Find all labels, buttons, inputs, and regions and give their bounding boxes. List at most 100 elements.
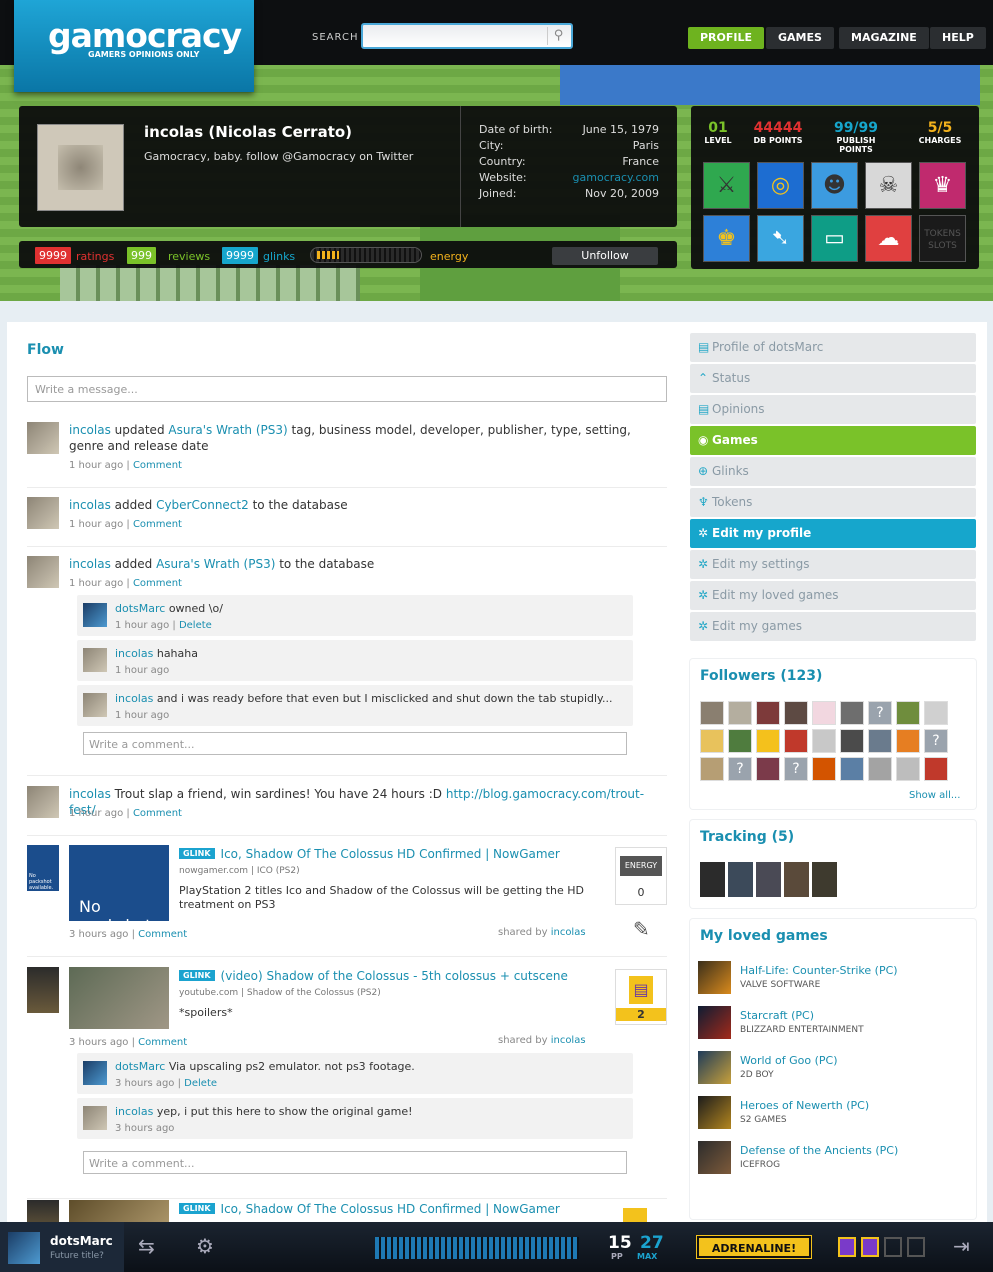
user-avatar[interactable] [27,497,59,529]
game-name[interactable]: World of Goo (PC) [740,1054,838,1067]
energy-vote[interactable]: ▤ 2 [615,969,667,1025]
glink-thumbnail[interactable]: No packshot [69,845,169,921]
loved-game[interactable]: Defense of the Ancients (PC) ICEFROG [698,1141,968,1177]
game-link[interactable]: Asura's Wrath (PS3) [168,423,287,437]
loved-game[interactable]: Half-Life: Counter-Strike (PC) VALVE SOFT… [698,961,968,997]
comment-input[interactable]: Write a comment... [83,1151,627,1174]
follower-avatar[interactable]: ? [784,757,808,781]
follower-avatar[interactable]: ? [924,729,948,753]
settings-icon[interactable]: ⚙ [196,1234,214,1258]
loved-game[interactable]: Starcraft (PC) BLIZZARD ENTERTAINMENT [698,1006,968,1042]
sidebar-item-glinks[interactable]: ⊕ Glinks [690,457,976,486]
sidebar-item-edit-loved-games[interactable]: ✲ Edit my loved games [690,581,976,610]
ratings-count[interactable]: 9999 [35,247,71,264]
tracking-title[interactable]: Tracking (5) [700,829,794,845]
nav-help[interactable]: HELP [930,27,986,49]
ratings-label[interactable]: ratings [76,250,114,263]
game-name[interactable]: Heroes of Newerth (PC) [740,1099,869,1112]
character-token-icon[interactable]: ☻ [811,162,858,209]
user-widget[interactable]: dotsMarc Future title? [0,1222,124,1272]
follower-avatar[interactable] [868,729,892,753]
follower-avatar[interactable] [700,757,724,781]
user-avatar[interactable] [83,648,107,672]
venom-token-icon[interactable]: ☠ [865,162,912,209]
tracked-game-cover[interactable] [784,862,809,897]
charge-slot-icon[interactable] [907,1237,925,1257]
sidebar-item-edit-settings[interactable]: ✲ Edit my settings [690,550,976,579]
sharer-link[interactable]: incolas [551,927,586,938]
comment-link[interactable]: Comment [138,929,187,940]
glinks-count[interactable]: 9999 [222,247,258,264]
user-link[interactable]: incolas [69,423,111,437]
comment-link[interactable]: Comment [133,519,182,530]
comment-link[interactable]: Comment [133,808,182,819]
follower-avatar[interactable] [784,701,808,725]
sword-token-icon[interactable]: ⚔ [703,162,750,209]
charge-slot-icon[interactable] [884,1237,902,1257]
user-avatar[interactable] [83,603,107,627]
user-avatar[interactable] [83,1061,107,1085]
delete-link[interactable]: Delete [179,620,212,631]
user-link[interactable]: dotsMarc [115,1060,165,1073]
sidebar-item-edit-profile[interactable]: ✲ Edit my profile [690,519,976,548]
nav-magazine[interactable]: MAGAZINE [839,27,929,49]
comment-input[interactable]: Write a comment... [83,732,627,755]
follower-avatar[interactable] [812,701,836,725]
user-link[interactable]: incolas [69,498,111,512]
comment-link[interactable]: Comment [133,578,182,589]
user-link[interactable]: incolas [115,647,153,660]
reviews-label[interactable]: reviews [168,250,210,263]
tracked-game-cover[interactable] [812,862,837,897]
user-avatar[interactable] [83,693,107,717]
follower-avatar[interactable] [756,757,780,781]
tracked-game-cover[interactable] [756,862,781,897]
nav-profile[interactable]: PROFILE [688,27,765,49]
follower-avatar[interactable] [924,701,948,725]
logo[interactable]: gamocracy GAMERS OPINIONS ONLY [14,0,254,92]
comment-link[interactable]: Comment [138,1037,187,1048]
comment-link[interactable]: Comment [133,460,182,471]
logout-icon[interactable]: ⇥ [953,1234,970,1258]
loved-game[interactable]: World of Goo (PC) 2D BOY [698,1051,968,1087]
tracked-game-cover[interactable] [728,862,753,897]
follower-avatar[interactable]: ? [868,701,892,725]
ghost-token-icon[interactable]: ☁ [865,215,912,262]
nav-games[interactable]: GAMES [766,27,834,49]
user-avatar[interactable] [83,1106,107,1130]
follower-avatar[interactable] [896,757,920,781]
sidebar-item-tokens[interactable]: ♆ Tokens [690,488,976,517]
glink-title[interactable]: Ico, Shadow Of The Colossus HD Confirmed… [221,847,560,861]
user-avatar[interactable] [27,786,59,818]
sharer-link[interactable]: incolas [551,1035,586,1046]
glink-title[interactable]: (video) Shadow of the Colossus - 5th col… [221,969,568,983]
user-link[interactable]: incolas [69,557,111,571]
user-avatar[interactable] [27,556,59,588]
game-name[interactable]: Starcraft (PC) [740,1009,814,1022]
trophy-token-icon[interactable]: ♛ [919,162,966,209]
sidebar-item-profile[interactable]: ▤ Profile of dotsMarc [690,333,976,362]
follower-avatar[interactable] [812,729,836,753]
swap-icon[interactable]: ⇆ [138,1234,155,1258]
game-name[interactable]: Defense of the Ancients (PC) [740,1144,898,1157]
user-link[interactable]: incolas [115,1105,153,1118]
delete-link[interactable]: Delete [184,1078,217,1089]
follower-avatar[interactable] [896,701,920,725]
unfollow-button[interactable]: Unfollow [552,247,658,265]
follower-avatar[interactable] [868,757,892,781]
follower-avatar[interactable] [840,729,864,753]
token-slots[interactable]: TOKENS SLOTS [919,215,966,262]
followers-title[interactable]: Followers (123) [700,668,822,684]
adrenaline-button[interactable]: ADRENALINE! [696,1235,812,1259]
follower-avatar[interactable] [812,757,836,781]
charge-slot-icon[interactable] [861,1237,879,1257]
user-avatar[interactable] [27,422,59,454]
game-name[interactable]: Half-Life: Counter-Strike (PC) [740,964,898,977]
search-icon[interactable]: ⚲ [547,27,569,45]
edit-note-icon[interactable]: ✎ [633,917,650,941]
follower-avatar[interactable] [840,701,864,725]
follower-avatar[interactable] [728,701,752,725]
sidebar-item-opinions[interactable]: ▤ Opinions [690,395,976,424]
website-link[interactable]: gamocracy.com [573,171,659,187]
follower-avatar[interactable] [700,729,724,753]
glink-title[interactable]: Ico, Shadow Of The Colossus HD Confirmed… [221,1202,560,1216]
